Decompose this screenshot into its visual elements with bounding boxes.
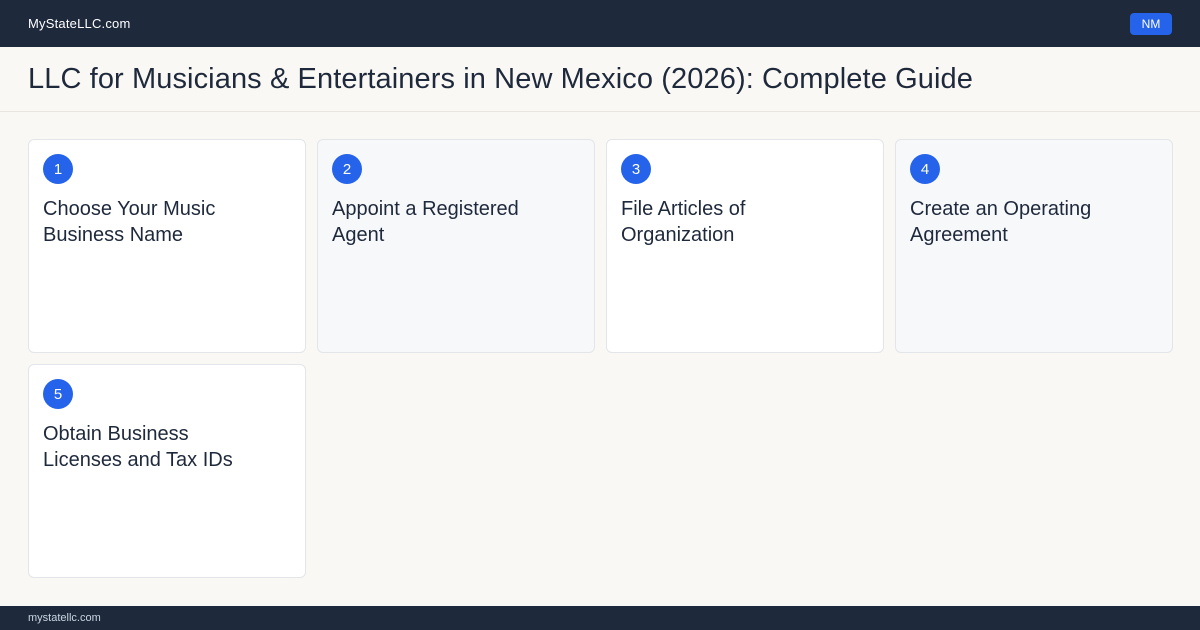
step-number-badge: 2 — [332, 154, 362, 184]
step-number-badge: 5 — [43, 379, 73, 409]
step-card-3: 3 File Articles of Organization — [606, 139, 884, 353]
step-title: Appoint a Registered Agent — [332, 198, 519, 246]
step-number-badge: 1 — [43, 154, 73, 184]
top-bar: MyStateLLC.com NM — [0, 0, 1200, 47]
state-badge: NM — [1130, 12, 1172, 35]
page-title: LLC for Musicians & Entertainers in New … — [28, 62, 973, 95]
step-title: Obtain Business Licenses and Tax IDs — [43, 423, 233, 471]
step-card-4: 4 Create an Operating Agreement — [895, 139, 1173, 353]
step-title: Choose Your Music Business Name — [43, 198, 216, 246]
site-brand[interactable]: MyStateLLC.com — [28, 16, 131, 31]
step-title: Create an Operating Agreement — [910, 198, 1092, 246]
step-card-5: 5 Obtain Business Licenses and Tax IDs — [28, 364, 306, 578]
title-bar: LLC for Musicians & Entertainers in New … — [0, 47, 1200, 112]
step-card-1: 1 Choose Your Music Business Name — [28, 139, 306, 353]
footer-bar: mystatellc.com — [0, 606, 1200, 630]
footer-domain[interactable]: mystatellc.com — [28, 612, 101, 624]
step-title: File Articles of Organization — [621, 198, 746, 246]
step-number-badge: 4 — [910, 154, 940, 184]
steps-grid: 1 Choose Your Music Business Name 2 Appo… — [28, 139, 1173, 578]
step-card-2: 2 Appoint a Registered Agent — [317, 139, 595, 353]
step-number-badge: 3 — [621, 154, 651, 184]
